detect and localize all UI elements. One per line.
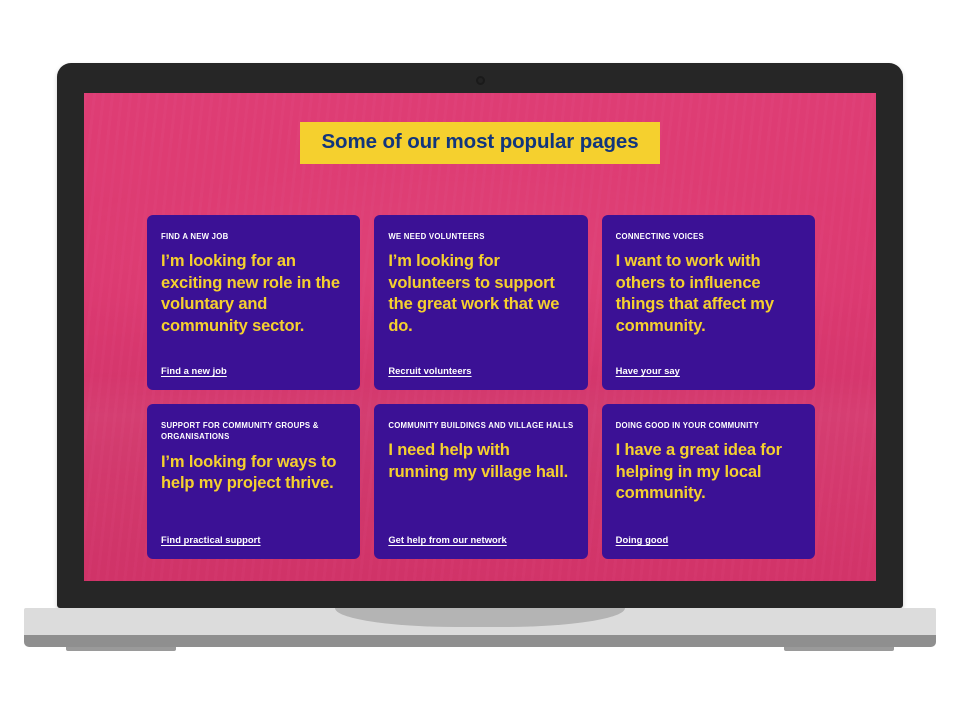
card-eyebrow: DOING GOOD IN YOUR COMMUNITY: [615, 421, 759, 430]
card-headline: I have a great idea for helping in my lo…: [615, 441, 782, 503]
card-doing-good-in-your-community[interactable]: DOING GOOD IN YOUR COMMUNITY I have a gr…: [601, 404, 815, 559]
laptop-foot-left: [66, 647, 176, 651]
card-community-buildings-village-halls[interactable]: COMMUNITY BUILDINGS AND VILLAGE HALLS I …: [374, 404, 588, 559]
popular-pages-grid: FIND A NEW JOB I’m looking for an exciti…: [147, 215, 815, 559]
laptop-mockup-scene: Some of our most popular pages FIND A NE…: [0, 0, 960, 720]
laptop-lid: Some of our most popular pages FIND A NE…: [57, 63, 903, 608]
card-support-for-community-groups[interactable]: SUPPORT FOR COMMUNITY GROUPS & ORGANISAT…: [147, 404, 361, 559]
laptop-deck: [24, 608, 936, 635]
card-link-get-help-from-our-network[interactable]: Get help from our network: [388, 516, 506, 545]
laptop-foot-right: [784, 647, 894, 651]
card-headline: I want to work with others to influence …: [615, 252, 774, 335]
card-we-need-volunteers[interactable]: WE NEED VOLUNTEERS I’m looking for volun…: [374, 215, 588, 390]
card-headline: I’m looking for volunteers to support th…: [388, 252, 560, 335]
webcam-icon: [475, 76, 485, 85]
card-headline: I need help with running my village hall…: [388, 441, 569, 481]
card-link-recruit-volunteers[interactable]: Recruit volunteers: [388, 347, 471, 376]
laptop-screen: Some of our most popular pages FIND A NE…: [84, 93, 876, 581]
laptop-deck-notch: [335, 608, 625, 627]
laptop-front-edge: [24, 635, 936, 647]
card-find-a-new-job[interactable]: FIND A NEW JOB I’m looking for an exciti…: [147, 215, 361, 390]
card-eyebrow: SUPPORT FOR COMMUNITY GROUPS & ORGANISAT…: [161, 421, 319, 442]
card-eyebrow: CONNECTING VOICES: [615, 232, 704, 241]
card-link-doing-good[interactable]: Doing good: [616, 516, 669, 545]
card-link-find-a-new-job[interactable]: Find a new job: [161, 347, 227, 376]
card-connecting-voices[interactable]: CONNECTING VOICES I want to work with ot…: [601, 215, 815, 390]
page-title: Some of our most popular pages: [300, 122, 660, 164]
card-eyebrow: FIND A NEW JOB: [161, 232, 229, 241]
card-link-have-your-say[interactable]: Have your say: [616, 347, 680, 376]
page-title-container: Some of our most popular pages: [84, 122, 876, 164]
page-content: Some of our most popular pages FIND A NE…: [84, 93, 876, 581]
card-headline: I’m looking for an exciting new role in …: [161, 252, 340, 335]
card-eyebrow: WE NEED VOLUNTEERS: [388, 232, 485, 241]
card-link-find-practical-support[interactable]: Find practical support: [161, 516, 261, 545]
card-headline: I’m looking for ways to help my project …: [161, 452, 337, 493]
card-eyebrow: COMMUNITY BUILDINGS AND VILLAGE HALLS: [388, 421, 574, 430]
